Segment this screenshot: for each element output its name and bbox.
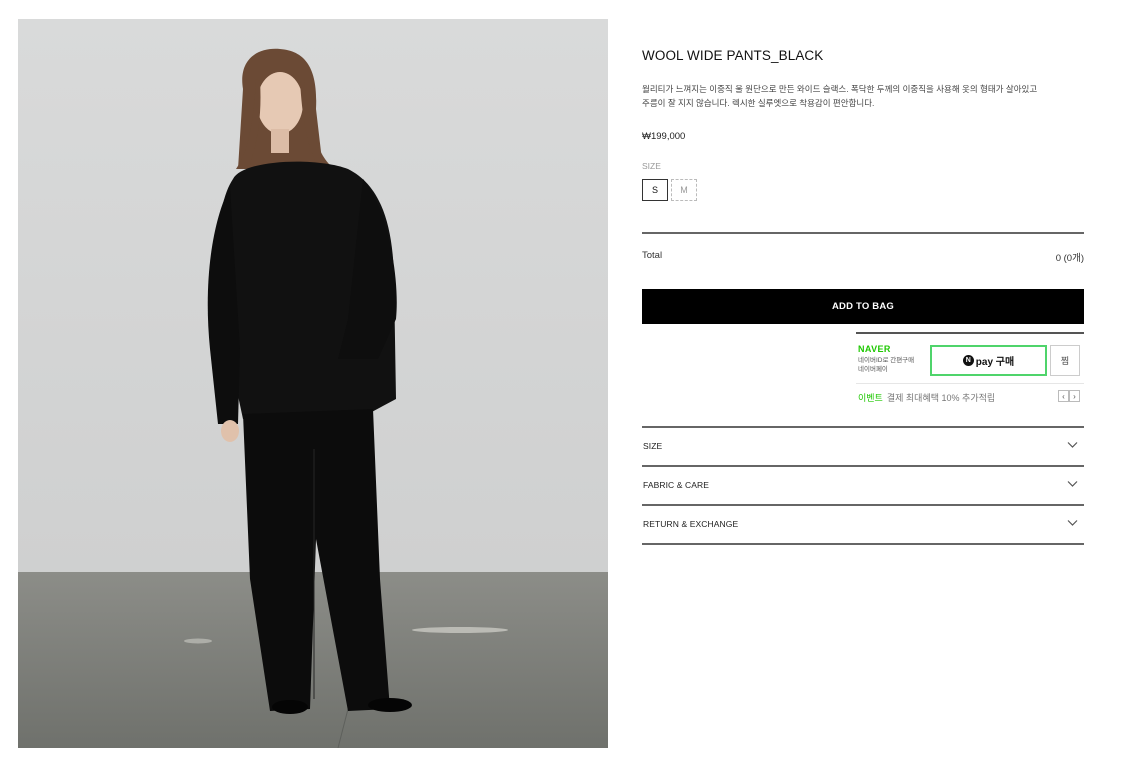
divider (642, 543, 1084, 545)
product-description: 월리티가 느껴지는 이중직 울 원단으로 만든 와이드 슬랙스. 폭닥한 두께의… (642, 82, 1084, 110)
chevron-down-icon (1067, 442, 1078, 448)
naver-pay-widget: NAVER 네이버ID로 간편구매 네이버페이 N pay 구매 찜 이벤트 결제… (856, 332, 1084, 408)
naver-pay-subtext-line: 네이버ID로 간편구매 (858, 357, 915, 364)
size-selector-label: SIZE (642, 161, 661, 171)
chevron-down-icon (1067, 520, 1078, 526)
accordion-size[interactable]: SIZE (642, 427, 1084, 465)
naver-wishlist-button[interactable]: 찜 (1050, 345, 1080, 376)
naver-n-icon: N (962, 355, 974, 366)
naver-pay-event-text: 결제 최대혜택 10% 추가적립 (886, 393, 996, 403)
size-selector: S M (642, 179, 697, 201)
chevron-left-icon[interactable]: ‹ (1058, 390, 1069, 402)
total-value: 0 (0개) (1055, 253, 1084, 264)
product-description-line: 주름이 잘 지지 않습니다. 렉시한 실루엣으로 착용감이 편안합니다. (642, 98, 875, 108)
product-detail-panel: WOOL WIDE PANTS_BLACK 월리티가 느껴지는 이중직 울 원단… (642, 0, 1084, 764)
naver-pay-buy-label: pay 구매 (975, 357, 1015, 368)
accordion-label: FABRIC & CARE (643, 480, 710, 490)
product-description-line: 월리티가 느껴지는 이중직 울 원단으로 만든 와이드 슬랙스. 폭닥한 두께의… (642, 84, 1038, 94)
accordion-label: RETURN & EXCHANGE (643, 519, 739, 529)
product-photo-illustration (18, 19, 608, 748)
accordion-return-exchange[interactable]: RETURN & EXCHANGE (642, 505, 1084, 543)
naver-pay-subtext: 네이버ID로 간편구매 네이버페이 (858, 356, 914, 374)
accordion-fabric-care[interactable]: FABRIC & CARE (642, 466, 1084, 504)
divider (856, 383, 1084, 384)
size-option-s[interactable]: S (642, 179, 668, 201)
add-to-bag-button[interactable]: ADD TO BAG (642, 289, 1084, 324)
naver-pay-subtext-line: 네이버페이 (858, 366, 888, 373)
product-price: ₩199,000 (642, 131, 686, 142)
chevron-right-icon[interactable]: › (1069, 390, 1080, 402)
size-option-m[interactable]: M (671, 179, 697, 201)
naver-pay-buy-button[interactable]: N pay 구매 (930, 345, 1047, 376)
divider (642, 232, 1084, 234)
chevron-down-icon (1067, 481, 1078, 487)
accordion-label: SIZE (643, 441, 663, 451)
naver-logo: NAVER (858, 344, 891, 354)
product-photo (18, 19, 608, 748)
naver-pay-event-highlight: 이벤트 (858, 393, 883, 403)
product-title: WOOL WIDE PANTS_BLACK (642, 48, 824, 63)
total-label: Total (642, 250, 663, 261)
naver-pay-event-pager: ‹ › (1058, 390, 1080, 402)
naver-pay-event: 이벤트 결제 최대혜택 10% 추가적립 (858, 391, 995, 404)
